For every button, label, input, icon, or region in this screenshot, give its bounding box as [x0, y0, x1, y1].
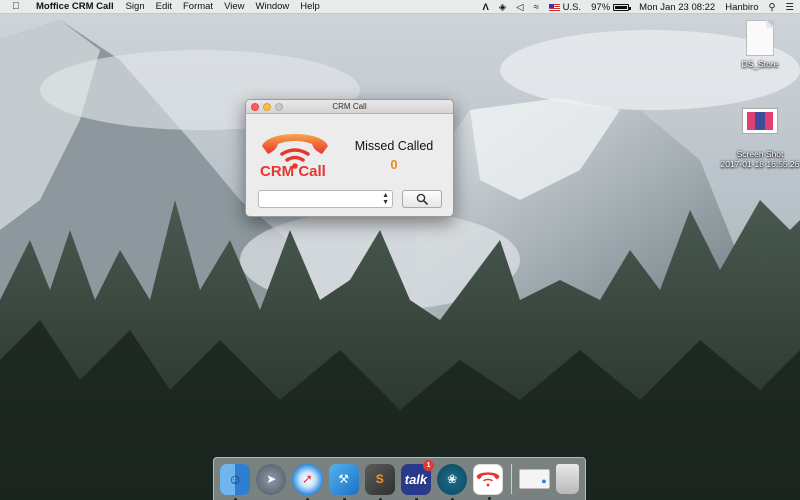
desktop-file-screenshot[interactable]: Screen Shot 2017-01-18 16.55.26: [715, 92, 800, 179]
mail-document-icon[interactable]: ●: [519, 469, 550, 489]
magnifier-icon: [416, 193, 428, 205]
menu-view[interactable]: View: [224, 1, 244, 12]
running-indicator: [488, 496, 492, 500]
notification-badge: 1: [423, 459, 435, 471]
window-title: CRM Call: [332, 102, 367, 111]
talk-label: talk: [404, 471, 428, 487]
wifi-icon[interactable]: ≈: [533, 2, 538, 13]
zoom-button[interactable]: [275, 103, 283, 111]
status-area: Λ ◈ ◁ ≈ U.S. 97% Mon Jan 23 08:22 Hanbir…: [472, 0, 794, 14]
menu-sign[interactable]: Sign: [126, 1, 145, 12]
safari-icon[interactable]: ➚: [292, 463, 323, 500]
adobe-icon[interactable]: Λ: [482, 2, 488, 13]
notification-center-icon[interactable]: ☰: [785, 2, 794, 13]
crm-call-window: CRM Call CRM Call Missed Called 0 ▲ ▼: [245, 99, 454, 217]
logo-text: CRM Call: [260, 163, 326, 180]
window-content: CRM Call Missed Called 0 ▲ ▼: [246, 114, 453, 216]
battery-status[interactable]: 97%: [591, 2, 632, 13]
menu-window[interactable]: Window: [256, 1, 290, 12]
screenshot-thumbnail-icon: [742, 108, 778, 134]
clock[interactable]: Mon Jan 23 08:22: [639, 2, 715, 13]
search-icon[interactable]: ⚲: [769, 2, 776, 13]
window-controls: [251, 103, 287, 111]
dock-separator: [511, 464, 513, 494]
minimize-button[interactable]: [263, 103, 271, 111]
launchpad-icon[interactable]: ➤: [256, 463, 287, 495]
desktop-file-ds-store[interactable]: DS_Store: [715, 20, 800, 69]
desktop-file-label: Screen Shot 2017-01-18 16.55.26: [720, 149, 800, 169]
stepper-arrows-icon: ▲ ▼: [382, 192, 389, 206]
tree-app-icon[interactable]: ❀: [437, 463, 468, 500]
apple-icon[interactable]: : [12, 1, 24, 12]
menu-bar:  Moffice CRM Call Sign Edit Format View…: [0, 0, 800, 14]
menu-help[interactable]: Help: [300, 1, 320, 12]
trash-icon[interactable]: [555, 464, 579, 494]
crm-call-dock-icon[interactable]: [473, 463, 504, 500]
finder-icon[interactable]: ☺: [220, 463, 251, 500]
missed-call-label: Missed Called: [354, 139, 434, 153]
battery-icon: [613, 3, 632, 11]
desktop-file-label: DS_Store: [741, 59, 779, 69]
search-button[interactable]: [402, 190, 442, 208]
user-menu[interactable]: Hanbiro: [725, 2, 758, 13]
phone-number-combobox[interactable]: ▲ ▼: [258, 190, 393, 208]
sublime-text-icon[interactable]: S: [364, 463, 395, 500]
document-icon: [746, 20, 774, 56]
talk-app-icon[interactable]: talk 1: [400, 459, 435, 500]
desktop-wallpaper: [0, 0, 800, 500]
xcode-icon[interactable]: ⚒: [328, 463, 359, 500]
missed-call-count: 0: [390, 157, 398, 172]
bluetooth-icon[interactable]: ◈: [499, 2, 506, 13]
menu-format[interactable]: Format: [183, 1, 213, 12]
close-button[interactable]: [251, 103, 259, 111]
dock: ☺ ➤ ➚ ⚒ S talk 1 ❀ ●: [213, 457, 586, 500]
input-source[interactable]: U.S.: [548, 2, 581, 13]
window-titlebar[interactable]: CRM Call: [246, 100, 453, 114]
us-flag-icon: [548, 3, 560, 11]
volume-icon[interactable]: ◁: [516, 2, 523, 13]
app-menu[interactable]: Moffice CRM Call: [36, 1, 114, 12]
menu-edit[interactable]: Edit: [156, 1, 172, 12]
phone-logo-icon: [476, 472, 500, 487]
